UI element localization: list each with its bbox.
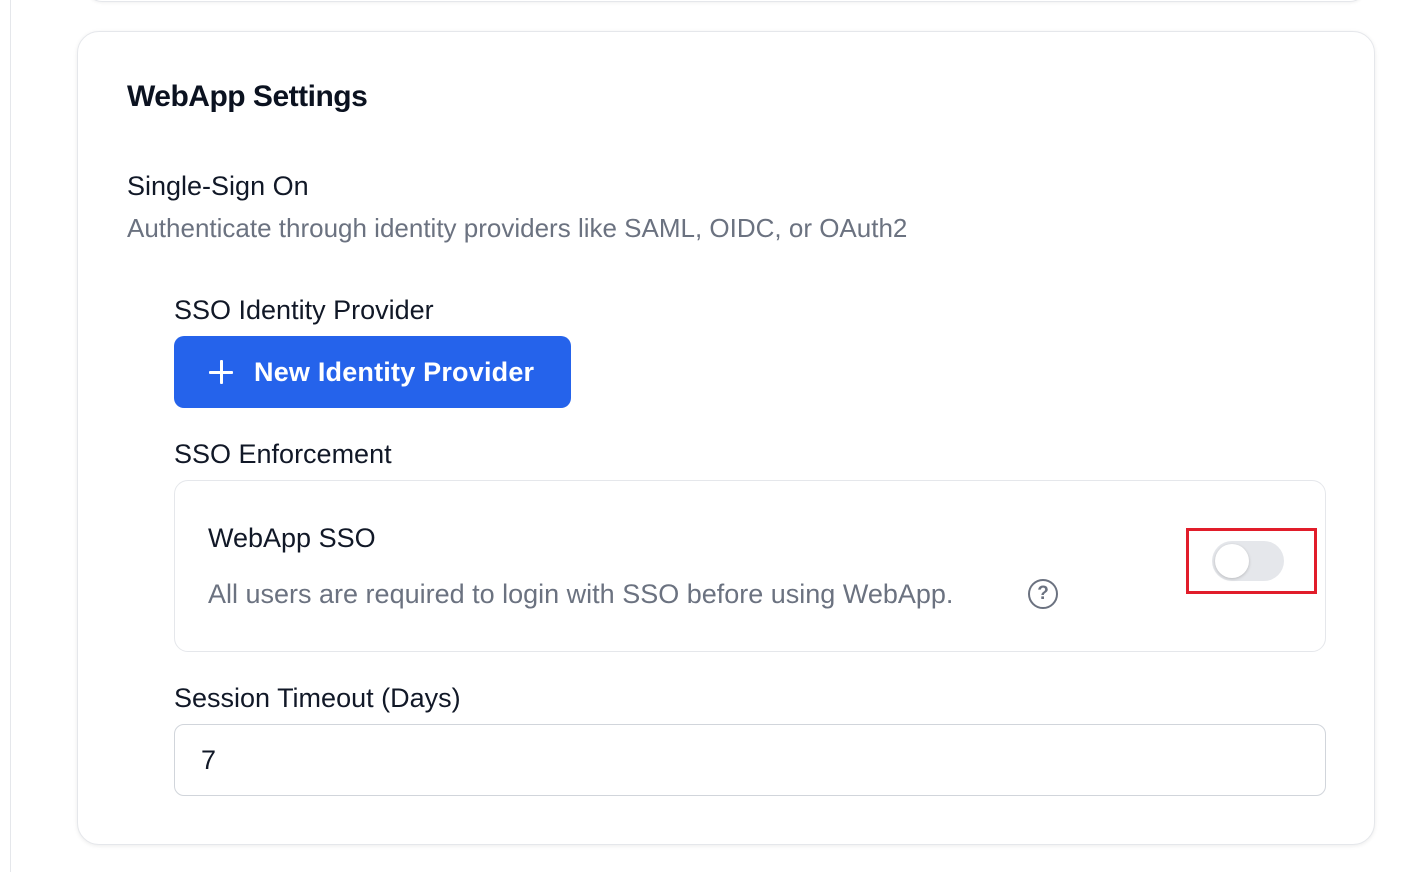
- new-identity-provider-button[interactable]: New Identity Provider: [174, 336, 571, 408]
- card-title: WebApp Settings: [127, 80, 368, 113]
- sso-section-description: Authenticate through identity providers …: [127, 213, 908, 243]
- help-circle-icon[interactable]: ?: [1028, 579, 1058, 609]
- session-timeout-label: Session Timeout (Days): [174, 683, 461, 713]
- plus-icon: [208, 359, 234, 385]
- help-glyph: ?: [1037, 583, 1049, 604]
- left-divider: [10, 0, 11, 872]
- previous-card-edge: [86, 0, 1366, 2]
- webapp-sso-toggle[interactable]: [1212, 541, 1284, 581]
- webapp-sso-title: WebApp SSO: [208, 523, 376, 553]
- session-timeout-input[interactable]: [174, 724, 1326, 796]
- sso-section-title: Single-Sign On: [127, 171, 309, 201]
- webapp-sso-description: All users are required to login with SSO…: [208, 579, 954, 609]
- sso-identity-provider-label: SSO Identity Provider: [174, 295, 434, 325]
- toggle-knob: [1215, 544, 1249, 578]
- sso-enforcement-panel: [174, 480, 1326, 652]
- webapp-settings-card: [77, 31, 1375, 845]
- sso-enforcement-label: SSO Enforcement: [174, 439, 392, 469]
- new-identity-provider-label: New Identity Provider: [254, 356, 535, 387]
